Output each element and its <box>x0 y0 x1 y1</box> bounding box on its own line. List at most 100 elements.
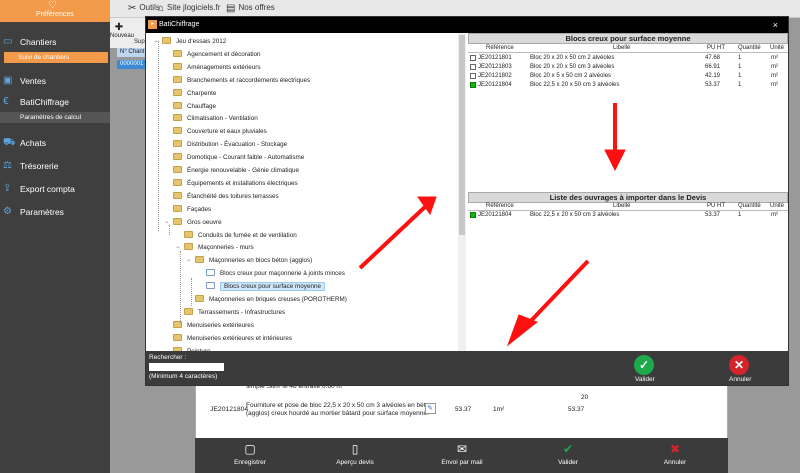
sidebar-item-achats[interactable]: ⛟ Achats <box>0 134 110 152</box>
table-row[interactable]: JE20121801 Bloc 20 x 20 x 50 cm 2 alvéole… <box>468 54 788 63</box>
table-row[interactable]: JE20121804 Bloc 22,5 x 20 x 50 cm 3 alvéo… <box>468 211 788 220</box>
treasury-icon: ⚖ <box>3 160 12 171</box>
tree-node[interactable]: Énergie renouvelable - Génie climatique <box>165 164 299 177</box>
tree-node[interactable]: − Gros oeuvre <box>165 216 222 229</box>
col-libelle[interactable]: Libellé <box>613 44 630 53</box>
tree-node[interactable]: Équipements et installations électriques <box>165 177 298 190</box>
folder-icon <box>195 256 204 264</box>
tree-node-label: Distribution - Évacuation - Stockage <box>187 141 288 149</box>
batichiffrage-dialog: ▸ BatiChiffrage × − Jeu d'essais 2012 Agen… <box>145 16 789 386</box>
preferences-button[interactable]: ♡ Préférences <box>0 0 110 22</box>
plus-icon: ✚ <box>114 22 124 33</box>
col-qte[interactable]: Quantité <box>738 202 761 211</box>
cell-qte: 1 <box>738 73 742 79</box>
col-pu[interactable]: PU HT <box>707 202 725 211</box>
devis-validate-button[interactable]: ✔ Valider <box>533 442 603 466</box>
tree-node-label: Terrassements - Infrastructures <box>198 308 286 316</box>
tree-node[interactable]: Terrassements - Infrastructures <box>176 306 285 319</box>
cell-qte: 1 <box>738 212 742 218</box>
new-label: Nouveau <box>110 33 135 39</box>
edit-icon[interactable]: ✎ <box>425 403 436 414</box>
toolbar-tools[interactable]: ✂ Outils <box>128 3 160 14</box>
sidebar-item-export[interactable]: ⇪ Export compta <box>0 180 110 198</box>
tree-node[interactable]: Menuiseries extérieures <box>165 319 254 332</box>
devis-toolbar: ▢ Enregistrer ▯ Aperçu devis ✉ Envoi par ma… <box>195 438 728 473</box>
sidebar-item-parametres[interactable]: ⚙ Paramètres <box>0 203 110 221</box>
tree-node[interactable]: Façades <box>165 203 211 216</box>
app-logo-icon: ▸ <box>148 20 157 29</box>
sidebar-item-ventes[interactable]: ▣ Ventes <box>0 72 110 90</box>
preview-button[interactable]: ▯ Aperçu devis <box>320 442 390 466</box>
devis-desc-1: Fourniture et pose de bloc 22,5 x 20 x 5… <box>246 402 433 409</box>
tree-node-label: Domotique - Courant faible - Automatisme <box>187 154 305 162</box>
tree-node[interactable]: Domotique - Courant faible - Automatisme <box>165 151 304 164</box>
tree-node[interactable]: Couverture et eaux pluviales <box>165 125 267 138</box>
table-row[interactable]: JE20121803 Bloc 20 x 20 x 50 cm 3 alvéole… <box>468 63 788 72</box>
row-checkbox[interactable] <box>470 73 476 79</box>
cancel-button[interactable]: ✕ <box>729 355 749 375</box>
home-icon: ⌂ <box>158 3 165 14</box>
new-button[interactable]: ✚ Nouveau <box>110 22 135 39</box>
col-qte[interactable]: Quantité <box>738 44 761 53</box>
tree-node[interactable]: Chauffage <box>165 100 216 113</box>
search-input[interactable] <box>149 363 224 371</box>
tree-scrollbar[interactable] <box>458 33 466 351</box>
toolbar-offers[interactable]: ▤ Nos offres <box>226 3 275 14</box>
cell-pu: 42.19 <box>705 73 721 79</box>
col-ref[interactable]: Référence <box>486 202 514 211</box>
tree-node[interactable]: Branchements et raccordements électrique… <box>165 74 310 87</box>
search-hint: (Minimum 4 caractères) <box>149 373 218 380</box>
row-checkbox[interactable] <box>470 82 476 88</box>
tree-node[interactable]: − Maçonneries en blocs béton (agglos) <box>187 254 312 267</box>
col-libelle[interactable]: Libellé <box>613 202 630 211</box>
row-checkbox[interactable] <box>470 212 476 218</box>
tree-node[interactable]: Blocs creux pour surface moyenne <box>198 280 325 293</box>
sidebar-item-chantiers[interactable]: ▭ Chantiers <box>0 33 110 51</box>
sidebar-sub-params-calcul[interactable]: Paramètres de calcul <box>0 112 110 123</box>
tree-node[interactable]: Conduits de fumée et de ventilation <box>176 229 297 242</box>
tree-node[interactable]: Climatisation - Ventilation <box>165 112 258 125</box>
tree-node[interactable]: − Jeu d'essais 2012 <box>154 35 226 48</box>
sidebar-item-batichiffrage[interactable]: € BatiChiffrage <box>0 93 110 111</box>
category-tree: − Jeu d'essais 2012 Agencement et décorati… <box>146 33 466 351</box>
send-mail-button[interactable]: ✉ Envoi par mail <box>427 442 497 466</box>
cell-lib: Bloc 22,5 x 20 x 50 cm 3 alvéoles <box>530 212 620 218</box>
col-unite[interactable]: Unité <box>770 44 784 53</box>
toolbar-site[interactable]: ⌂ Site jlogiciels.fr <box>158 3 220 14</box>
table-row[interactable]: JE20121804 Bloc 22,5 x 20 x 50 cm 3 alvéo… <box>468 81 788 90</box>
sidebar-sub-suivi[interactable]: Suivi de chantiers <box>4 52 108 63</box>
col-ref[interactable]: Référence <box>486 44 514 53</box>
dialog-close-button[interactable]: × <box>773 17 778 33</box>
tree-node[interactable]: Menuiseries extérieures et intérieures <box>165 332 292 345</box>
tree-node[interactable]: Blocs creux pour maçonnerie à joints min… <box>198 267 345 280</box>
sidebar-item-tresorerie[interactable]: ⚖ Trésorerie <box>0 157 110 175</box>
row-checkbox[interactable] <box>470 64 476 70</box>
validate-button[interactable]: ✓ <box>634 355 654 375</box>
cell-ref: JE20121804 <box>478 212 512 218</box>
save-button[interactable]: ▢ Enregistrer <box>215 442 285 466</box>
cell-ref: JE20121804 <box>478 82 512 88</box>
col-unite[interactable]: Unité <box>770 202 784 211</box>
devis-cancel-button[interactable]: ✖ Annuler <box>640 442 710 466</box>
scrollbar-thumb[interactable] <box>459 35 465 235</box>
gear-icon: ⚙ <box>3 206 12 217</box>
tree-node[interactable]: Étanchéité des toitures terrasses <box>165 190 279 203</box>
col-pu[interactable]: PU HT <box>707 44 725 53</box>
tree-node-label: Jeu d'essais 2012 <box>176 38 227 45</box>
cell-lib: Bloc 20 x 20 x 50 cm 3 alvéoles <box>530 64 615 70</box>
tree-node[interactable]: Charpente <box>165 87 216 100</box>
tree-node[interactable]: − Maçonneries - murs <box>176 241 254 254</box>
tree-connector <box>180 251 181 323</box>
collapse-icon[interactable]: − <box>187 255 195 268</box>
folder-icon: ▭ <box>3 36 13 47</box>
tree-node[interactable]: Aménagements extérieurs <box>165 61 261 74</box>
row-checkbox[interactable] <box>470 55 476 61</box>
tree-node[interactable]: Maçonneries en briques creuses (POROTHER… <box>187 293 347 306</box>
cell-lib: Bloc 20 x 5 x 50 cm 2 alvéoles <box>530 73 612 79</box>
table-row[interactable]: JE20121802 Bloc 20 x 5 x 50 cm 2 alvéoles… <box>468 72 788 81</box>
tree-node[interactable]: Distribution - Évacuation - Stockage <box>165 138 287 151</box>
document-icon <box>206 269 215 277</box>
table1-title: Blocs creux pour surface moyenne <box>468 33 788 44</box>
tree-node[interactable]: Agencement et décoration <box>165 48 261 61</box>
folder-icon <box>173 153 182 161</box>
